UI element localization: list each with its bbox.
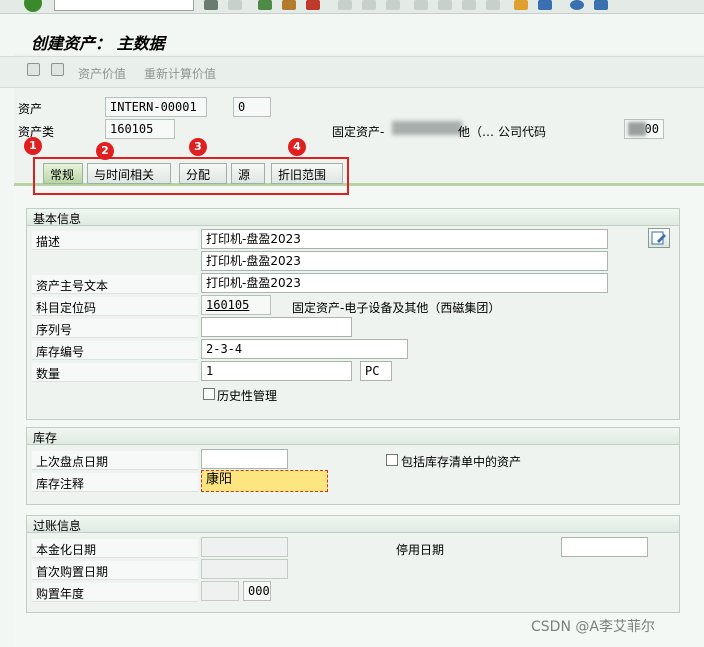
asset-class-description: 固定资产- [332,125,385,139]
last-inventory-date-field[interactable] [201,449,288,469]
inventory-note-field[interactable]: 康阳 [201,470,328,492]
acquisition-year-field [201,581,239,601]
other-asset-icon[interactable] [27,63,40,76]
edit-text-icon[interactable] [648,228,670,248]
asset-class-description-tail: 他（… [458,125,495,139]
find-next-icon[interactable] [386,0,400,10]
layout-icon[interactable] [594,0,608,10]
print-icon[interactable] [338,0,352,10]
annotation-badge-3: 3 [189,138,207,156]
page-title: 创建资产： 主数据 [31,34,165,53]
capitalization-date-field [201,537,288,557]
account-determination-label: 科目定位码 [32,297,198,316]
shortcut-icon[interactable] [538,0,552,10]
exit-icon[interactable] [282,0,296,10]
annotation-badge-1: 1 [24,137,42,155]
history-management-label: 历史性管理 [217,389,278,403]
include-in-inventory-checkbox[interactable] [386,454,398,466]
account-determination-field[interactable]: 160105 [201,295,271,315]
description-field-2[interactable]: 打印机-盘盈2023 [201,251,608,271]
next-page-icon[interactable] [462,0,476,10]
last-page-icon[interactable] [486,0,500,10]
inventory-number-label: 库存编号 [32,341,198,360]
company-code-label: 公司代码 [498,125,547,139]
description-field-1[interactable]: 打印机-盘盈2023 [201,229,608,249]
deactivation-date-field[interactable] [561,537,648,557]
general-data-title: 基本信息 [27,209,679,226]
back-icon[interactable] [258,0,272,10]
serial-number-label: 序列号 [32,319,198,338]
asset-subnumber-field: 0 [233,97,271,117]
annotation-badge-4: 4 [288,138,306,156]
find-icon[interactable] [362,0,376,10]
inventory-number-field[interactable]: 2-3-4 [201,339,408,359]
acquisition-year-label: 购置年度 [32,583,198,602]
first-acquisition-date-field [201,559,288,579]
cancel-icon[interactable] [306,0,320,10]
prev-page-icon[interactable] [438,0,452,10]
left-margin [0,14,14,647]
asset-main-text-label: 资产主号文本 [32,275,198,294]
annotation-box [33,157,349,195]
redacted-text [392,121,462,135]
inventory-title: 库存 [27,428,679,445]
save-icon[interactable] [228,0,242,10]
display-asset-icon[interactable] [51,63,64,76]
capitalization-date-label: 本金化日期 [32,539,198,558]
redacted-company-code [628,122,646,136]
command-field[interactable] [54,0,194,11]
acquisition-period-field: 000 [243,581,271,601]
description-label: 描述 [32,231,198,250]
quantity-unit-field[interactable]: PC [360,361,392,381]
inventory-note-label: 库存注释 [32,473,198,492]
asset-value-button[interactable]: 资产价值 [78,65,126,82]
history-management-checkbox[interactable] [203,388,215,400]
back-arrows-icon[interactable] [204,0,218,10]
deactivation-date-label: 停用日期 [396,543,445,557]
new-session-icon[interactable] [514,0,528,10]
watermark: CSDN @A李艾菲尔 [531,619,655,635]
help-icon[interactable] [570,0,584,10]
asset-class-field: 160105 [105,119,175,139]
recalculate-value-button[interactable]: 重新计算价值 [144,65,216,82]
account-determination-description: 固定资产-电子设备及其他（西磁集团） [292,301,501,315]
serial-number-field[interactable] [201,317,352,337]
first-page-icon[interactable] [414,0,428,10]
annotation-badge-2: 2 [96,142,114,160]
quantity-label: 数量 [32,363,198,382]
quantity-field[interactable]: 1 [201,361,352,381]
last-inventory-date-label: 上次盘点日期 [32,451,198,470]
first-acquisition-date-label: 首次购置日期 [32,561,198,580]
asset-number-field: INTERN-00001 [105,97,207,117]
include-in-inventory-label: 包括库存清单中的资产 [401,455,522,469]
asset-label: 资产 [18,102,43,116]
posting-information-title: 过账信息 [27,516,679,533]
asset-main-text-field[interactable]: 打印机-盘盈2023 [201,273,608,293]
